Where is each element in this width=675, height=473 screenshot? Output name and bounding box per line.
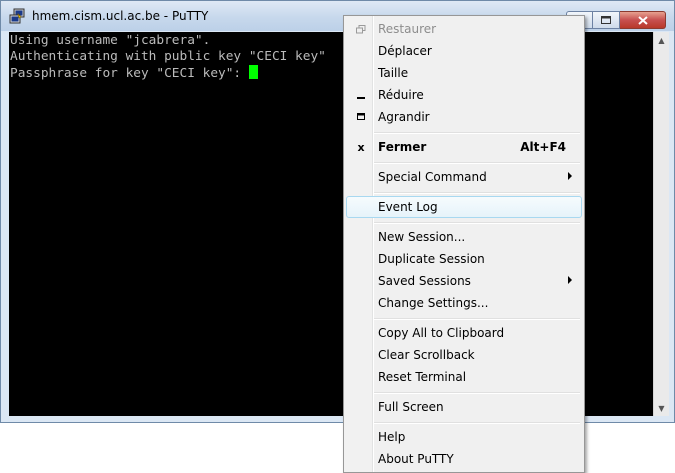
menu-item-saved-sessions[interactable]: Saved Sessions — [346, 270, 582, 292]
terminal-cursor — [248, 65, 258, 79]
menu-separator — [374, 162, 580, 164]
menu-item-close[interactable]: x Fermer Alt+F4 — [346, 136, 582, 158]
maximize-icon — [601, 16, 611, 24]
putty-icon[interactable] — [9, 8, 25, 24]
window-title: hmem.cism.ucl.ac.be - PuTTY — [32, 9, 209, 23]
submenu-arrow-icon — [568, 172, 572, 180]
menu-item-special-command[interactable]: Special Command — [346, 166, 582, 188]
menu-item-reset-terminal[interactable]: Reset Terminal — [346, 366, 582, 388]
menu-separator — [374, 132, 580, 134]
terminal-prompt: Passphrase for key "CECI key": — [10, 66, 249, 81]
menu-item-minimize[interactable]: Réduire — [346, 84, 582, 106]
terminal-line: Passphrase for key "CECI key": — [10, 65, 258, 82]
maximize-button[interactable] — [593, 11, 620, 29]
menu-separator — [374, 422, 580, 424]
terminal-line: Using username "jcabrera". — [10, 33, 211, 48]
menu-separator — [374, 192, 580, 194]
menu-separator — [374, 318, 580, 320]
scroll-up-arrow-icon[interactable]: ▲ — [654, 32, 669, 48]
menu-separator — [374, 222, 580, 224]
menu-item-event-log[interactable]: Event Log — [346, 196, 582, 218]
restore-icon — [354, 22, 368, 36]
menu-item-new-session[interactable]: New Session... — [346, 226, 582, 248]
menu-item-move[interactable]: Déplacer — [346, 40, 582, 62]
terminal-line: Authenticating with public key "CECI key… — [10, 49, 326, 64]
menu-item-copy-all[interactable]: Copy All to Clipboard — [346, 322, 582, 344]
menu-item-change-settings[interactable]: Change Settings... — [346, 292, 582, 314]
scroll-down-arrow-icon[interactable]: ▼ — [654, 400, 669, 416]
menu-item-restore[interactable]: Restaurer — [346, 18, 582, 40]
close-icon — [637, 15, 648, 25]
minimize-icon — [354, 88, 368, 102]
close-shortcut: Alt+F4 — [520, 140, 566, 154]
vertical-scrollbar[interactable]: ▲ ▼ — [653, 32, 669, 416]
menu-item-about[interactable]: About PuTTY — [346, 448, 582, 470]
close-button[interactable] — [620, 11, 666, 29]
menu-item-clear-scrollback[interactable]: Clear Scrollback — [346, 344, 582, 366]
maximize-icon — [354, 110, 368, 124]
menu-item-maximize[interactable]: Agrandir — [346, 106, 582, 128]
submenu-arrow-icon — [568, 276, 572, 284]
menu-item-duplicate-session[interactable]: Duplicate Session — [346, 248, 582, 270]
menu-item-help[interactable]: Help — [346, 426, 582, 448]
close-icon: x — [357, 140, 365, 154]
menu-item-size[interactable]: Taille — [346, 62, 582, 84]
system-context-menu: Restaurer Déplacer Taille Réduire Agrand… — [343, 15, 585, 473]
menu-item-full-screen[interactable]: Full Screen — [346, 396, 582, 418]
menu-separator — [374, 392, 580, 394]
